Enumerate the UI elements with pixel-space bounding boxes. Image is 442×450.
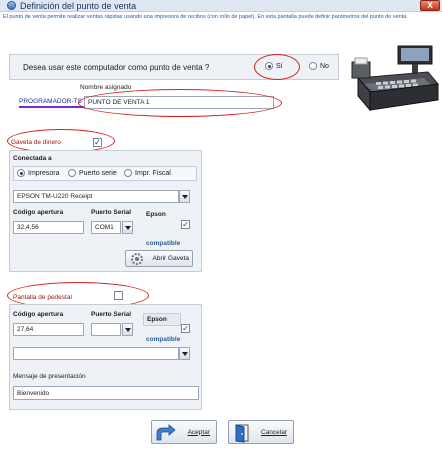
gaveta-port-label: Puerto Serial — [91, 209, 132, 216]
pedestal-port-dropdown[interactable] — [122, 323, 133, 336]
pedestal-code-input[interactable]: 27,64 — [13, 323, 84, 336]
highlight-si — [254, 54, 300, 80]
open-gaveta-button[interactable]: Abrir Gaveta — [125, 250, 193, 267]
pedestal-select-dropdown[interactable] — [179, 347, 190, 360]
exit-door-icon — [235, 424, 249, 443]
radio-puerto-serie-label: Puerto serie — [79, 169, 117, 177]
pedestal-port-label: Puerto Serial — [91, 311, 132, 318]
title-bar: Definición del punto de venta X — [0, 0, 442, 12]
radio-no[interactable]: No — [309, 62, 329, 70]
radio-no-label: No — [320, 62, 329, 70]
gaveta-epson-label: Epson — [146, 211, 166, 218]
gaveta-port-select[interactable]: COM1 — [91, 221, 121, 234]
pos-terminal-illustration — [351, 45, 439, 112]
message-input[interactable]: Bienvenido — [13, 386, 199, 400]
pedestal-port-select[interactable] — [91, 323, 121, 336]
machine-name: PROGRAMADOR-TS — [19, 98, 82, 105]
radio-impr-fiscal-label: Impr. Fiscal — [135, 169, 171, 177]
accept-arrow-icon — [156, 424, 176, 441]
gear-icon — [131, 253, 143, 265]
gaveta-port-dropdown[interactable] — [122, 221, 133, 234]
gaveta-compatible-label: compatible — [146, 240, 181, 247]
radio-impresora-indicator[interactable] — [17, 169, 25, 177]
radio-impr-fiscal[interactable]: Impr. Fiscal — [124, 169, 171, 177]
highlight-name — [78, 89, 282, 117]
pedestal-epson-label: Epson — [147, 316, 167, 323]
pedestal-code-label: Código apertura — [13, 311, 64, 318]
name-label: Nombre asignado — [80, 84, 132, 91]
question-text: Desea usar este computador como punto de… — [23, 63, 210, 72]
machine-name-underline — [19, 106, 89, 108]
open-gaveta-label: Abrir Gaveta — [152, 255, 190, 262]
pedestal-epson-checkbox[interactable]: ✓ — [181, 324, 190, 333]
radio-puerto-serie[interactable]: Puerto serie — [68, 169, 117, 177]
gaveta-code-label: Código apertura — [13, 209, 64, 216]
close-button[interactable]: X — [420, 0, 440, 11]
radio-impresora-label: Impresora — [28, 169, 60, 177]
chevron-down-icon — [124, 327, 131, 332]
chevron-down-icon — [181, 194, 188, 199]
cancel-button[interactable]: Cancelar — [228, 420, 294, 444]
description-text: El punto de venta permite realizar venta… — [3, 14, 408, 20]
message-label: Mensaje de presentación — [13, 373, 86, 380]
chevron-down-icon — [124, 225, 131, 230]
app-icon — [7, 1, 16, 10]
pedestal-compatible-label: compatible — [146, 336, 181, 343]
chevron-down-icon — [181, 351, 188, 356]
printer-select-dropdown[interactable] — [179, 190, 190, 203]
connected-label: Conectada a — [13, 155, 52, 162]
window-title: Definición del punto de venta — [20, 1, 137, 11]
radio-impr-fiscal-indicator[interactable] — [124, 169, 132, 177]
pedestal-select[interactable] — [13, 347, 179, 360]
gaveta-epson-checkbox[interactable]: ✓ — [181, 220, 190, 229]
cancel-label: Cancelar — [260, 428, 287, 436]
accept-label: Aceptar — [187, 428, 210, 436]
printer-select[interactable]: EPSON TM-U220 Receipt — [13, 190, 179, 203]
radio-no-indicator[interactable] — [309, 62, 317, 70]
accept-button[interactable]: Aceptar — [151, 420, 217, 444]
radio-puerto-serie-indicator[interactable] — [68, 169, 76, 177]
radio-impresora[interactable]: Impresora — [17, 169, 60, 177]
gaveta-code-input[interactable]: 32,4,56 — [13, 221, 84, 234]
